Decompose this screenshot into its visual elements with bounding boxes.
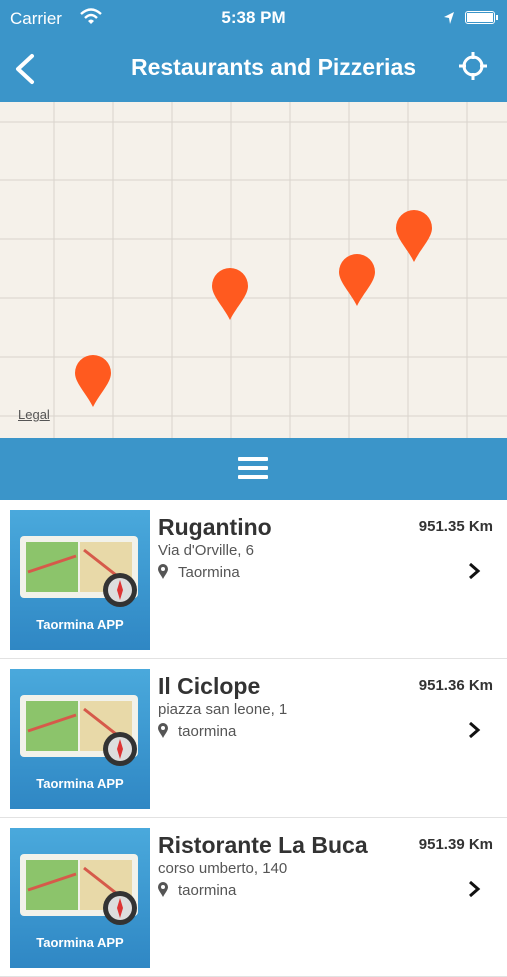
chevron-right-icon[interactable]	[467, 880, 481, 898]
hamburger-menu-icon[interactable]	[238, 457, 268, 481]
thumbnail-label: Taormina APP	[36, 617, 124, 632]
restaurant-address: Via d'Orville, 6	[158, 542, 254, 559]
map-pin-icon[interactable]	[396, 210, 432, 262]
battery-icon	[465, 11, 498, 24]
menu-bar	[0, 438, 507, 500]
app-thumbnail: Taormina APP	[10, 828, 150, 968]
restaurant-city: taormina	[178, 882, 237, 899]
chevron-right-icon[interactable]	[467, 562, 481, 580]
crosshair-icon[interactable]	[457, 50, 489, 82]
restaurant-address: piazza san leone, 1	[158, 701, 288, 718]
app-thumbnail: Taormina APP	[10, 669, 150, 809]
app-thumbnail: Taormina APP	[10, 510, 150, 650]
location-pin-icon	[158, 882, 168, 897]
location-arrow-icon	[444, 12, 454, 24]
thumbnail-label: Taormina APP	[36, 776, 124, 791]
chevron-right-icon[interactable]	[467, 721, 481, 739]
map-legal-link[interactable]: Legal	[18, 407, 50, 422]
restaurant-distance: 951.36 Km	[418, 677, 493, 694]
restaurant-distance: 951.35 Km	[418, 518, 493, 535]
clock: 5:38 PM	[221, 8, 286, 27]
map-pin-icon[interactable]	[212, 268, 248, 320]
navigation-header: Carrier 5:38 PM Restaurants and Pizzeria…	[0, 0, 507, 102]
thumbnail-label: Taormina APP	[36, 935, 124, 950]
restaurant-name: Ristorante La Buca	[158, 832, 368, 858]
restaurant-name: Il Ciclope	[158, 673, 261, 699]
page-title: Restaurants and Pizzerias	[130, 54, 417, 80]
list-item[interactable]: Taormina APP Il Ciclope piazza san leone…	[0, 659, 507, 818]
restaurant-distance: 951.39 Km	[418, 836, 493, 853]
restaurant-address: corso umberto, 140	[158, 860, 288, 877]
list-item[interactable]: Taormina APP Ristorante La Buca corso um…	[0, 818, 507, 977]
back-button[interactable]	[10, 50, 44, 90]
location-pin-icon	[158, 723, 168, 738]
restaurant-city: Taormina	[178, 564, 240, 581]
map-view[interactable]: Legal	[0, 102, 507, 438]
status-bar: Carrier 5:38 PM	[0, 0, 507, 36]
restaurant-city: taormina	[178, 723, 237, 740]
restaurant-name: Rugantino	[158, 514, 272, 540]
list-item[interactable]: Taormina APP Rugantino Via d'Orville, 6 …	[0, 500, 507, 659]
restaurant-list: Taormina APP Rugantino Via d'Orville, 6 …	[0, 500, 507, 977]
map-grid	[0, 102, 507, 438]
map-pin-icon[interactable]	[75, 355, 111, 407]
location-pin-icon	[158, 564, 168, 579]
